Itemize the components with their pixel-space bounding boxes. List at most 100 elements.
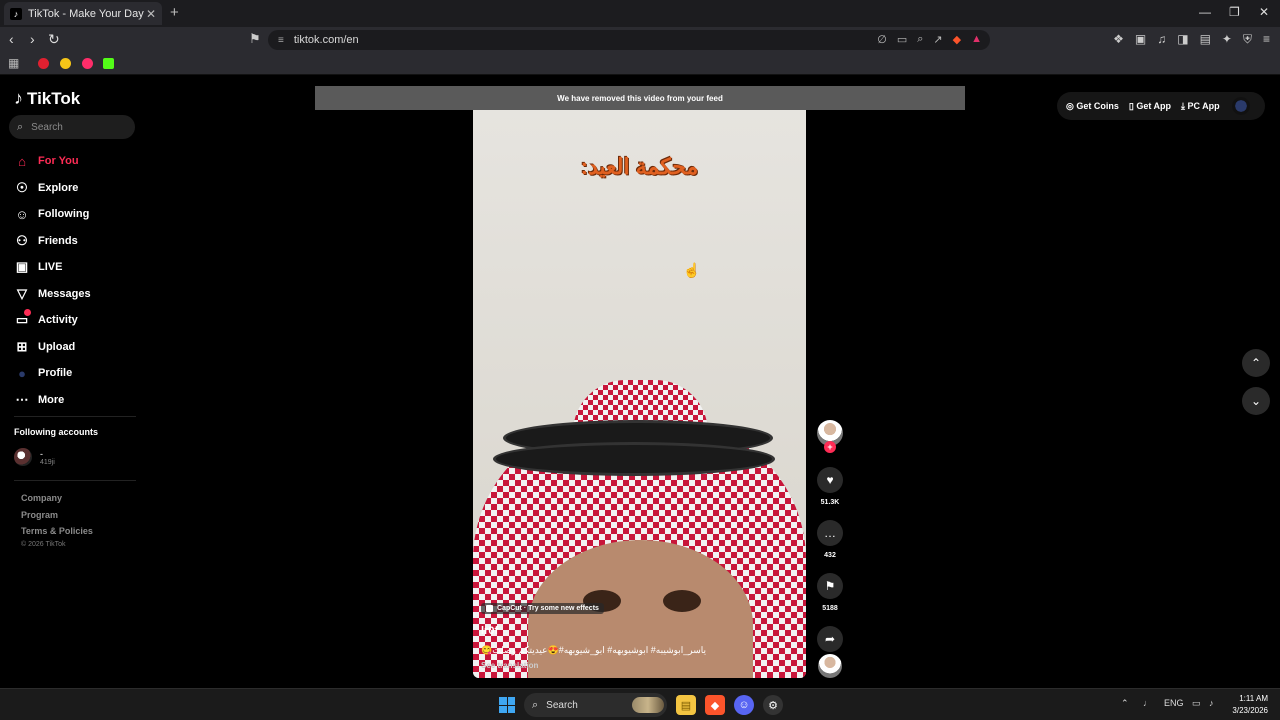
capcut-effect-tag[interactable]: CapCut · Try some new effects	[481, 603, 604, 614]
video-author[interactable]: lr0f	[481, 625, 781, 637]
chevron-down-icon: ⌄	[1250, 394, 1262, 408]
wallet-icon[interactable]: ▤	[1200, 32, 1211, 47]
sidebar-icon[interactable]: ◨	[1177, 32, 1188, 47]
nav-friends[interactable]: ⚇ Friends	[14, 228, 91, 255]
cursor-hand-icon: ☝	[683, 262, 701, 278]
account-handle: 419ji	[40, 458, 55, 466]
brave-browser-icon[interactable]: ◆	[705, 695, 725, 715]
more-icon: ⋯	[15, 391, 29, 407]
nav-label: Messages	[38, 287, 91, 300]
follow-plus-icon[interactable]: +	[824, 441, 836, 453]
browser-tab[interactable]: ♪ TikTok - Make Your Day ✕	[4, 2, 162, 25]
nav-following[interactable]: ☺ Following	[14, 201, 91, 228]
save-button[interactable]: ⚑	[817, 573, 843, 599]
creator-avatar[interactable]: +	[817, 420, 843, 453]
restore-button[interactable]: ❐	[1229, 5, 1240, 19]
activity-icon: ▭	[14, 309, 31, 328]
get-coins-button[interactable]: ◎ Get Coins	[1066, 101, 1119, 112]
kick-bookmark-icon[interactable]	[103, 58, 114, 69]
leo-ai-icon[interactable]: ✦	[1222, 32, 1232, 47]
see-translation-link[interactable]: See translation	[481, 661, 781, 670]
nav-upload[interactable]: ⊞ Upload	[14, 334, 91, 361]
tab-close-icon[interactable]: ✕	[146, 7, 156, 21]
windows-logo-pane	[499, 705, 507, 713]
home-icon: ⌂	[18, 153, 26, 169]
tiktok-logo[interactable]: ♪ TikTok	[14, 88, 80, 109]
close-window-button[interactable]: ✕	[1259, 5, 1269, 19]
share-button[interactable]: ➦	[817, 626, 843, 652]
menu-icon[interactable]: ≡	[1263, 32, 1270, 47]
avatar	[14, 448, 32, 466]
video-info: CapCut · Try some new effects lr0f ياسر_…	[481, 599, 781, 670]
forward-icon[interactable]: ›	[30, 31, 35, 47]
share-icon[interactable]: ↗	[933, 33, 942, 46]
discord-icon[interactable]: ☺	[734, 695, 754, 715]
footer-terms[interactable]: Terms & Policies	[21, 526, 93, 536]
nav-more[interactable]: ⋯ More	[14, 387, 91, 414]
taskbar-search-label: Search	[546, 699, 578, 711]
address-bar[interactable]: ≡ tiktok.com/en ∅ ▭ ⌕ ↗ ◆ ▲	[268, 30, 990, 50]
get-app-button[interactable]: ▯ Get App	[1129, 101, 1171, 112]
nav-live[interactable]: ▣ LIVE	[14, 254, 91, 281]
comment-button[interactable]: …	[817, 520, 843, 546]
zoom-icon[interactable]: ⌕	[917, 33, 923, 46]
mute-icon[interactable]: ∅	[877, 33, 887, 46]
minimize-button[interactable]: —	[1199, 5, 1211, 19]
user-avatar[interactable]	[1231, 97, 1250, 115]
removed-video-banner: We have removed this video from your fee…	[315, 86, 965, 110]
next-video-button[interactable]: ⌄	[1242, 387, 1270, 415]
search-placeholder: Search	[31, 121, 63, 133]
pc-app-button[interactable]: ⤓ PC App	[1181, 101, 1220, 112]
bookmark-3-icon[interactable]	[82, 58, 93, 69]
profile-icon: ●	[18, 365, 26, 381]
nav-activity[interactable]: ▭ Activity	[14, 307, 91, 334]
previous-video-button[interactable]: ⌃	[1242, 349, 1270, 377]
taskbar-clock[interactable]: 1:11 AM 3/23/2026	[1226, 693, 1268, 717]
file-explorer-icon[interactable]: ▤	[676, 695, 696, 715]
extensions-icon[interactable]: ❖	[1113, 32, 1124, 47]
volume-icon[interactable]: ♪	[1209, 698, 1214, 708]
network-icon[interactable]: ▭	[1192, 698, 1201, 709]
nav-for-you[interactable]: ⌂ For You	[14, 148, 91, 175]
taskbar-search[interactable]: ⌕ Search	[524, 693, 667, 717]
site-settings-icon[interactable]: ≡	[278, 35, 284, 46]
tray-overflow-icon[interactable]: ⌃	[1121, 698, 1129, 709]
get-app-label: Get App	[1136, 100, 1171, 111]
start-button[interactable]	[499, 697, 515, 713]
microphone-icon[interactable]: ♩	[1143, 698, 1152, 708]
footer-program[interactable]: Program	[21, 510, 58, 520]
language-indicator[interactable]: ENG	[1164, 698, 1184, 708]
get-coins-label: Get Coins	[1076, 100, 1119, 111]
sound-avatar[interactable]	[818, 654, 842, 678]
bookmark-2-icon[interactable]	[60, 58, 71, 69]
save-count: 5188	[822, 605, 838, 612]
apps-grid-icon[interactable]: ▦	[8, 56, 19, 70]
brave-rewards-icon[interactable]: ▲	[971, 33, 982, 46]
cast-icon[interactable]: ▭	[897, 33, 907, 46]
nav-messages[interactable]: ▽ Messages	[14, 281, 91, 308]
steam-icon[interactable]: ⚙	[763, 695, 783, 715]
reload-icon[interactable]: ↻	[48, 31, 60, 48]
new-tab-button[interactable]: +	[170, 4, 179, 21]
divider	[14, 480, 136, 481]
browser-tab-bar: ♪ TikTok - Make Your Day ✕ + — ❐ ✕	[0, 0, 1280, 27]
video-player[interactable]: محكمة العيد: ☝ CapCut · Try some new eff…	[473, 110, 806, 678]
music-icon[interactable]: ♫	[1157, 32, 1166, 47]
vpn-icon[interactable]: ⛨	[1243, 32, 1252, 47]
nav-profile[interactable]: ● Profile	[14, 360, 91, 387]
bookmark-icon[interactable]: ⚑	[249, 31, 261, 47]
browser-toolbar: ‹ › ↻ ⚑ ≡ tiktok.com/en ∅ ▭ ⌕ ↗ ◆ ▲ ❖ ▣ …	[0, 27, 1280, 53]
search-input[interactable]: ⌕ Search	[9, 115, 135, 139]
brave-shield-icon[interactable]: ◆	[953, 33, 961, 46]
footer-company[interactable]: Company	[21, 493, 62, 503]
like-button[interactable]: ♥	[817, 467, 843, 493]
copyright: © 2026 TikTok	[21, 541, 66, 548]
nav-label: Activity	[38, 314, 78, 327]
back-icon[interactable]: ‹	[9, 31, 14, 47]
nav-explore[interactable]: ☉ Explore	[14, 175, 91, 202]
youtube-bookmark-icon[interactable]	[38, 58, 49, 69]
following-account-item[interactable]: - 419ji	[14, 448, 55, 466]
effect-label: CapCut · Try some new effects	[497, 605, 599, 612]
nav-label: More	[38, 393, 65, 406]
screenshot-icon[interactable]: ▣	[1135, 32, 1146, 47]
